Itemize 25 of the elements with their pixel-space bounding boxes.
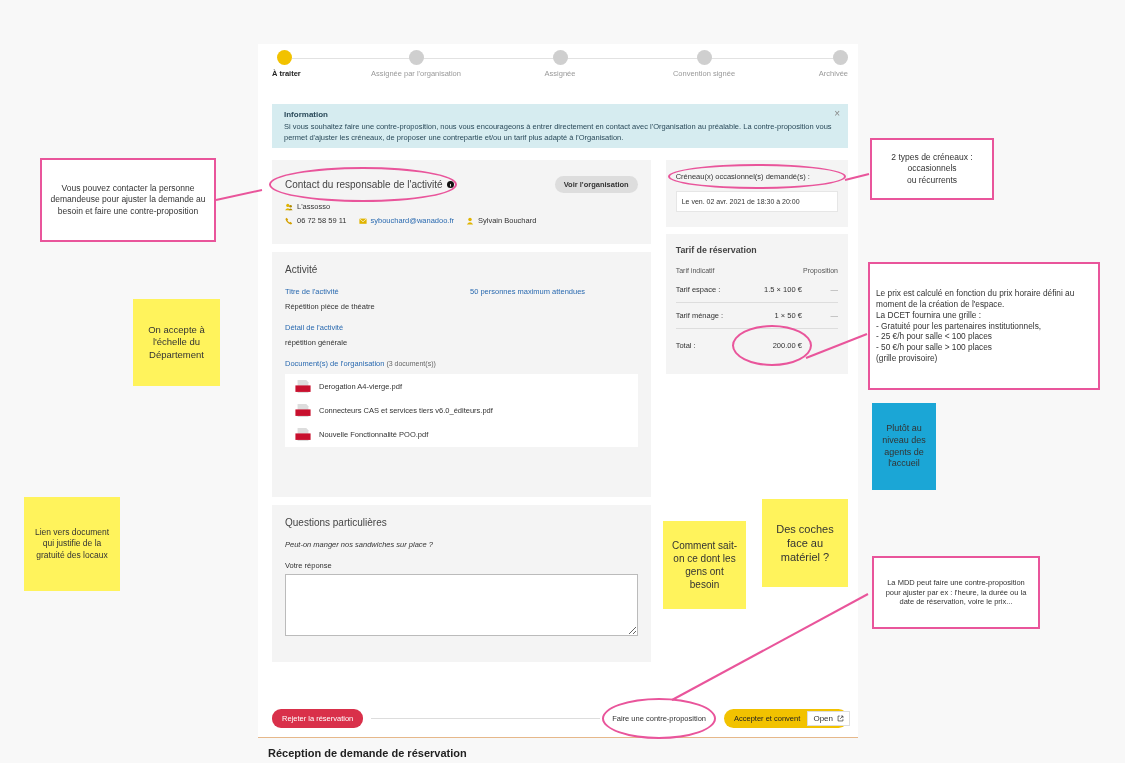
person-icon [466, 216, 474, 225]
phone-icon [285, 216, 293, 225]
note-text: Des coches face au matériel ? [775, 521, 835, 565]
mail-icon [358, 216, 367, 225]
note-text: Plutôt au niveau des agents de l'accueil [881, 423, 927, 470]
note-text: Le prix est calculé en fonction du prix horaire défini au moment de la création de l'espace. La DCET fournira une grille : - Gratuité pour les partenaires institutionnels, - 25 €/h pour salle < 100 places - 50 €/h pour salle > 100 places (grille provisoire) [876, 288, 1076, 364]
note-text: Comment sait-on ce dont les gens ont besoin [671, 539, 738, 591]
note-text: On accepte à l'échelle du Département [147, 324, 206, 361]
note-text: Vous pouvez contacter la personne demandeuse pour ajuster la demande au besoin et faire une contre-proposition [49, 183, 207, 217]
pdf-file-icon [295, 380, 311, 393]
answer-field[interactable] [285, 574, 638, 636]
open-badge[interactable]: Open [807, 711, 850, 726]
external-link-icon [837, 715, 844, 722]
questions-title: Questions particulières [285, 517, 388, 528]
note-text: 2 types de créneaux : occasionnels ou récurrents [891, 152, 973, 186]
info-icon [446, 181, 454, 188]
frame-title: Réception de demande de réservation [268, 747, 467, 759]
tarif-title: Tarif de réservation [675, 245, 758, 255]
contact-title: Contact du responsable de l'activité [285, 179, 443, 190]
note-text: Lien vers document qui justifie de la gratuité des locaux [33, 527, 111, 561]
info-title: Information [284, 109, 328, 119]
activity-title: Activité [285, 264, 319, 275]
people-icon [285, 202, 293, 211]
pdf-file-icon [295, 404, 311, 417]
pdf-file-icon [295, 428, 311, 441]
